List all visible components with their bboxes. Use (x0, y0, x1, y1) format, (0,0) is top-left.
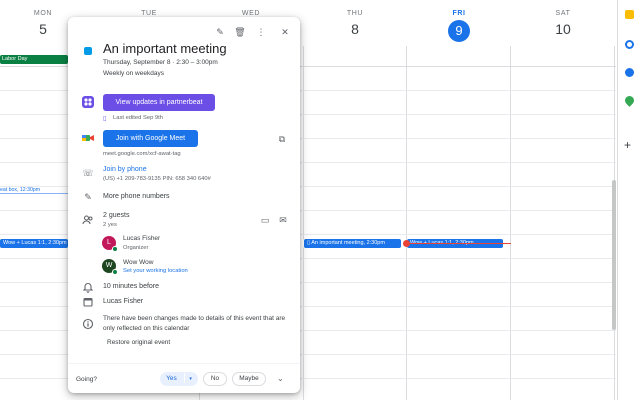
guest-responses: 2 yes (103, 222, 117, 228)
rsvp-footer: Going? Yes ▾ No Maybe ⌄ (68, 363, 300, 393)
day-name: MON (33, 10, 53, 17)
event-important-meeting[interactable]: ▯ An important meeting, 2:30pm (304, 239, 401, 248)
chevron-down-icon[interactable]: ⌄ (277, 374, 284, 383)
allday-event-labor-day[interactable]: Labor Day (0, 55, 68, 64)
day-header-thu[interactable]: THU 8 (305, 0, 405, 46)
day-header-sat[interactable]: SAT 10 (512, 0, 614, 46)
guest-role: Organizer (123, 245, 149, 251)
last-edited: Last edited Sep 9th (113, 115, 163, 121)
rsvp-maybe-button[interactable]: Maybe (232, 372, 266, 386)
calendar-app: MON 5 TUE WED THU 8 FRI 9 SAT 10 Labor D… (0, 0, 640, 400)
edit-icon[interactable]: ✎ (213, 25, 227, 39)
day-name: TUE (141, 10, 157, 17)
day-number: 8 (351, 21, 359, 37)
file-icon: ▯ (103, 115, 107, 122)
event-wow-lucas-mon[interactable]: Wow + Lucas 1:1, 2:30pm (0, 239, 68, 248)
copy-icon[interactable]: ⧉ (275, 132, 289, 146)
people-icon (82, 214, 94, 226)
chat-icon[interactable]: ▭ (258, 213, 272, 227)
side-panel-rail: + (617, 0, 640, 400)
split-divider (183, 373, 185, 384)
guest-name: Wow Wow (123, 259, 154, 266)
more-phone-numbers-link[interactable]: More phone numbers (103, 193, 170, 200)
event-title: An important meeting (103, 41, 227, 56)
rsvp-yes-button[interactable]: Yes ▾ (160, 372, 198, 386)
day-name: WED (241, 10, 261, 17)
reminder-text: 10 minutes before (103, 283, 160, 290)
day-header-fri[interactable]: FRI 9 (408, 0, 510, 46)
close-icon[interactable]: ✕ (278, 25, 292, 39)
view-partnerbeat-button[interactable]: View updates in partnerbeat (103, 94, 215, 111)
calendar-owner: Lucas Fisher (103, 298, 144, 305)
join-by-phone-link[interactable]: Join by phone (103, 166, 147, 173)
maps-icon[interactable] (623, 94, 636, 107)
day-number: 10 (555, 21, 571, 37)
grid-divider (406, 46, 407, 400)
event-recurrence: Weekly on weekdays (103, 70, 164, 77)
delete-icon[interactable]: 🗑 (233, 25, 247, 39)
event-eat-box[interactable]: eat box, 12:30pm (0, 187, 68, 194)
phone-icon: ☏ (82, 168, 94, 178)
rsvp-no-button[interactable]: No (203, 372, 227, 386)
tasks-icon[interactable] (625, 40, 634, 49)
add-addon-icon[interactable]: + (624, 138, 631, 152)
keep-icon[interactable] (625, 10, 634, 19)
grid-divider (303, 46, 304, 400)
check-icon (112, 246, 118, 252)
meet-icon (82, 132, 94, 144)
meet-link[interactable]: meet.google.com/xcf-awat-tag (103, 151, 181, 157)
day-name: THU (346, 10, 364, 17)
guest-name: Lucas Fisher (123, 235, 161, 242)
join-meet-button[interactable]: Join with Google Meet (103, 130, 198, 147)
bell-icon (82, 281, 94, 293)
event-label: An important meeting, 2:30pm (311, 240, 385, 246)
chevron-down-icon[interactable]: ▾ (189, 376, 192, 382)
event-details-popup: ✎ 🗑 ⋮ ✕ An important meeting Thursday, S… (68, 17, 300, 393)
current-time-dot (403, 240, 410, 247)
edit-note-icon: ✎ (84, 192, 92, 202)
restore-original-button[interactable]: Restore original event (107, 339, 170, 346)
grid-divider (510, 46, 511, 400)
contacts-icon[interactable] (625, 68, 634, 77)
calendar-icon (82, 296, 94, 308)
email-icon[interactable]: ✉ (276, 213, 290, 227)
guest-count: 2 guests (103, 212, 130, 219)
event-color-indicator (84, 47, 92, 55)
event-datetime: Thursday, September 8 · 2:30 – 3:00pm (103, 59, 218, 66)
check-icon (112, 269, 118, 275)
rsvp-yes-label: Yes (166, 375, 177, 382)
going-label: Going? (76, 376, 97, 383)
day-name: SAT (555, 10, 571, 17)
set-working-location-link[interactable]: Set your working location (123, 268, 188, 274)
scrollbar[interactable] (612, 180, 616, 330)
today-indicator: 9 (448, 20, 470, 42)
partnerbeat-icon (82, 96, 94, 108)
day-name: FRI (452, 10, 466, 17)
more-vert-icon[interactable]: ⋮ (254, 25, 268, 39)
phone-details: (US) +1 209-783-9135 PIN: 658 340 640# (103, 176, 211, 182)
current-time-line (406, 243, 511, 244)
change-notice: There have been changes made to details … (103, 315, 286, 332)
info-icon (82, 318, 94, 330)
